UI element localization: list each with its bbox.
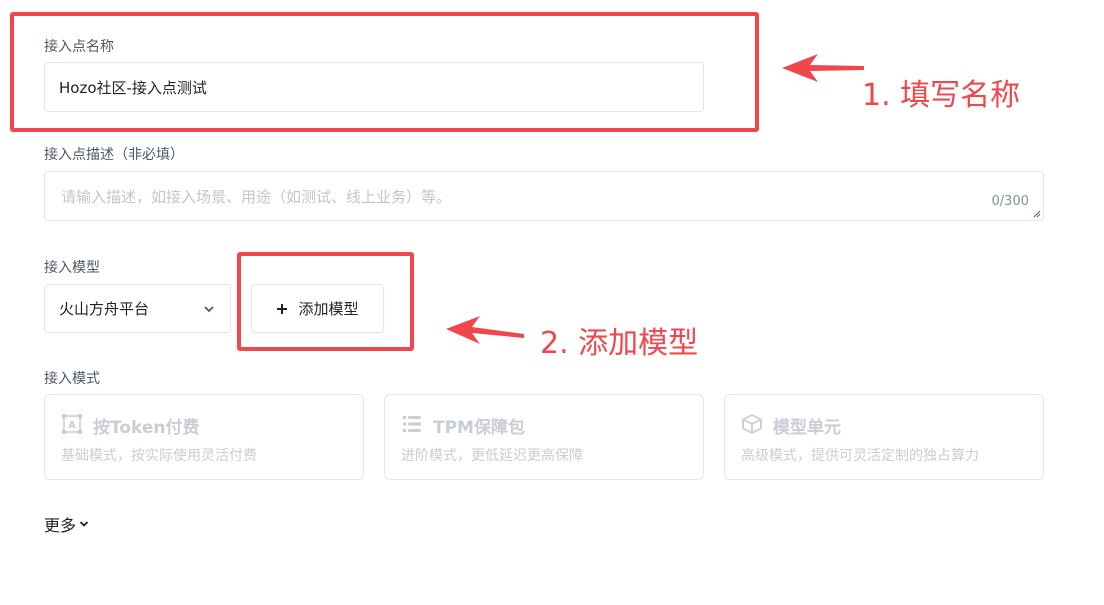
chevron-down-icon <box>204 305 214 312</box>
annotation-box-name <box>10 12 759 132</box>
more-toggle[interactable]: 更多 <box>44 512 89 536</box>
svg-text:A: A <box>68 420 76 431</box>
annotation-box-add-model <box>237 252 414 351</box>
model-label: 接入模型 <box>44 260 100 276</box>
mode-card-desc: 高级模式，提供可灵活定制的独占算力 <box>741 448 979 464</box>
model-select-value: 火山方舟平台 <box>59 300 150 318</box>
desc-label: 接入点描述（非必填） <box>44 147 184 163</box>
resize-handle-icon[interactable] <box>1033 210 1041 218</box>
annotation-step2: 2. 添加模型 <box>540 326 699 361</box>
desc-textarea[interactable]: 请输入描述，如接入场景、用途（如测试、线上业务）等。 0/300 <box>44 171 1044 221</box>
mode-card-title: 模型单元 <box>773 418 841 438</box>
desc-counter: 0/300 <box>991 194 1029 209</box>
arrow-left-icon <box>782 54 864 82</box>
annotation-step1: 1. 填写名称 <box>862 78 1021 113</box>
mode-card-desc: 基础模式，按实际使用灵活付费 <box>61 448 257 464</box>
mode-card-unit[interactable]: 模型单元 高级模式，提供可灵活定制的独占算力 <box>724 394 1044 480</box>
server-icon <box>403 416 421 432</box>
mode-card-title: TPM保障包 <box>433 418 525 438</box>
arrow-left-icon <box>446 316 524 344</box>
desc-placeholder: 请输入描述，如接入场景、用途（如测试、线上业务）等。 <box>61 188 452 206</box>
model-select[interactable]: 火山方舟平台 <box>44 284 231 333</box>
chevron-down-icon <box>79 521 89 527</box>
mode-card-desc: 进阶模式，更低延迟更高保障 <box>401 448 583 464</box>
token-icon: A <box>62 414 82 434</box>
mode-card-title: 按Token付费 <box>93 418 200 438</box>
mode-card-tpm[interactable]: TPM保障包 进阶模式，更低延迟更高保障 <box>384 394 704 480</box>
mode-label: 接入模式 <box>44 371 100 387</box>
cube-icon <box>742 413 762 435</box>
more-label: 更多 <box>44 516 77 535</box>
mode-card-token[interactable]: A 按Token付费 基础模式，按实际使用灵活付费 <box>44 394 364 480</box>
